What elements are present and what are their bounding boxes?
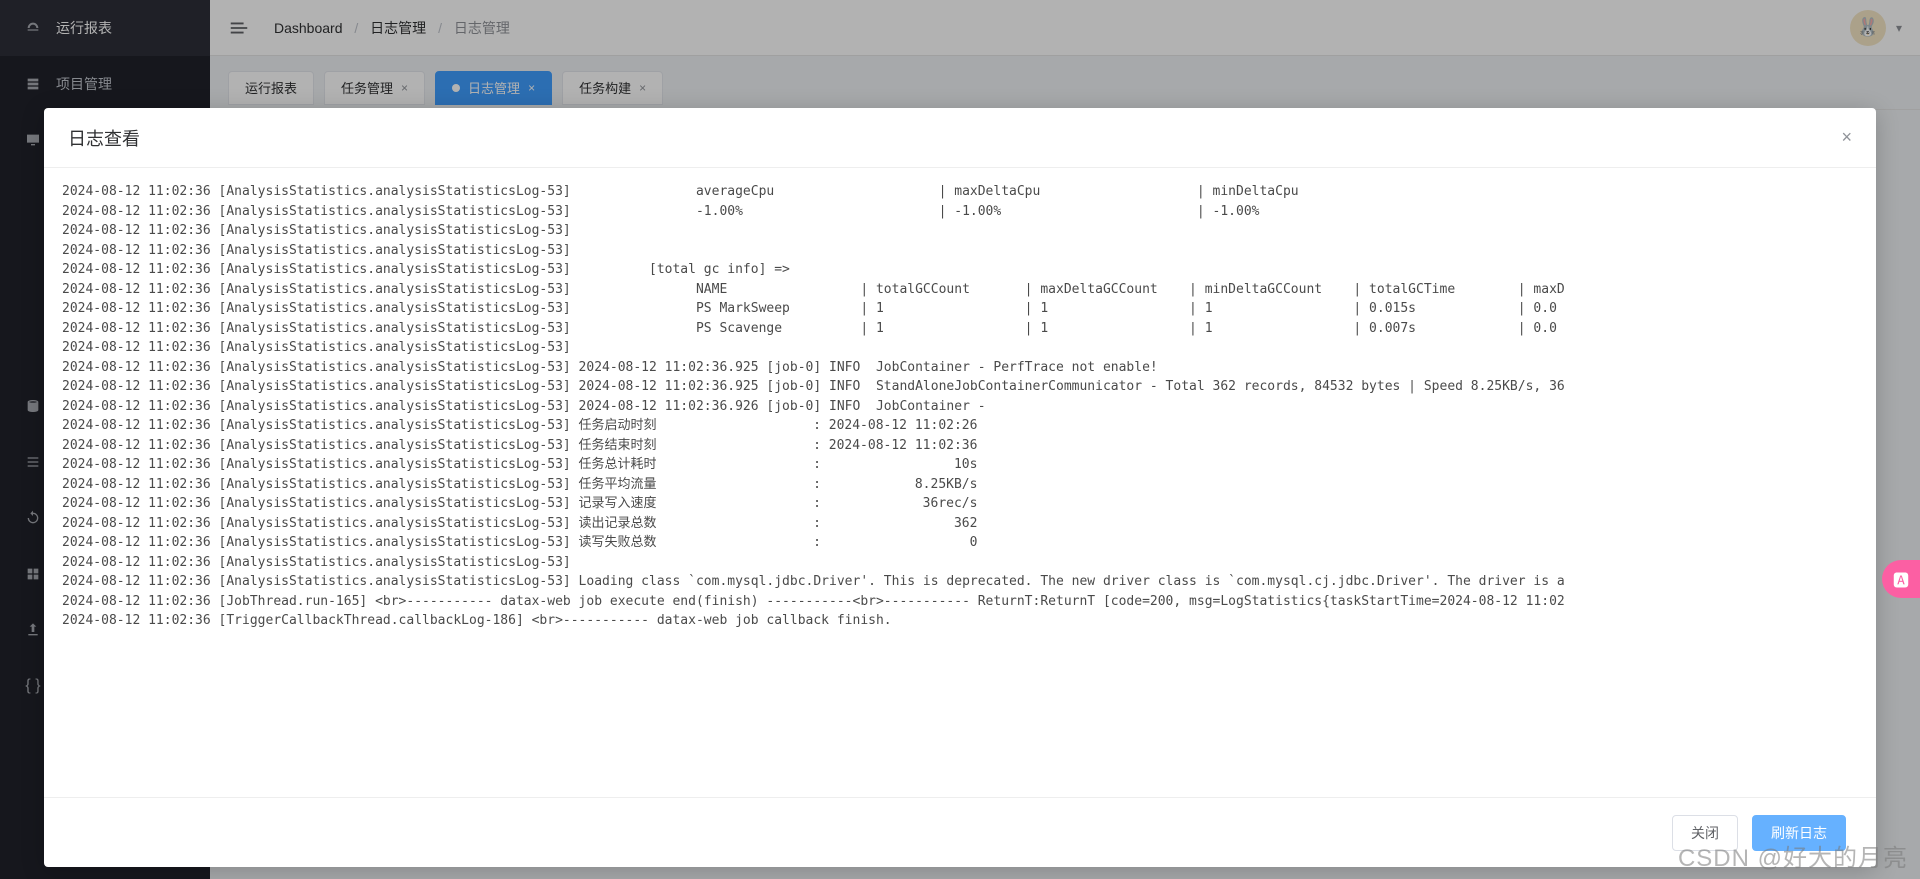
refresh-log-button[interactable]: 刷新日志 [1752, 815, 1846, 851]
close-button[interactable]: 关闭 [1672, 815, 1738, 851]
assist-badge[interactable]: 🅰 [1882, 560, 1920, 598]
modal-title: 日志查看 [68, 125, 140, 151]
log-output[interactable]: 2024-08-12 11:02:36 [AnalysisStatistics.… [62, 182, 1858, 773]
close-icon[interactable]: × [1841, 127, 1852, 148]
log-view-modal: 日志查看 × 2024-08-12 11:02:36 [AnalysisStat… [44, 108, 1876, 867]
modal-footer: 关闭 刷新日志 [44, 797, 1876, 867]
modal-header: 日志查看 × [44, 108, 1876, 168]
modal-body: 2024-08-12 11:02:36 [AnalysisStatistics.… [44, 168, 1876, 797]
